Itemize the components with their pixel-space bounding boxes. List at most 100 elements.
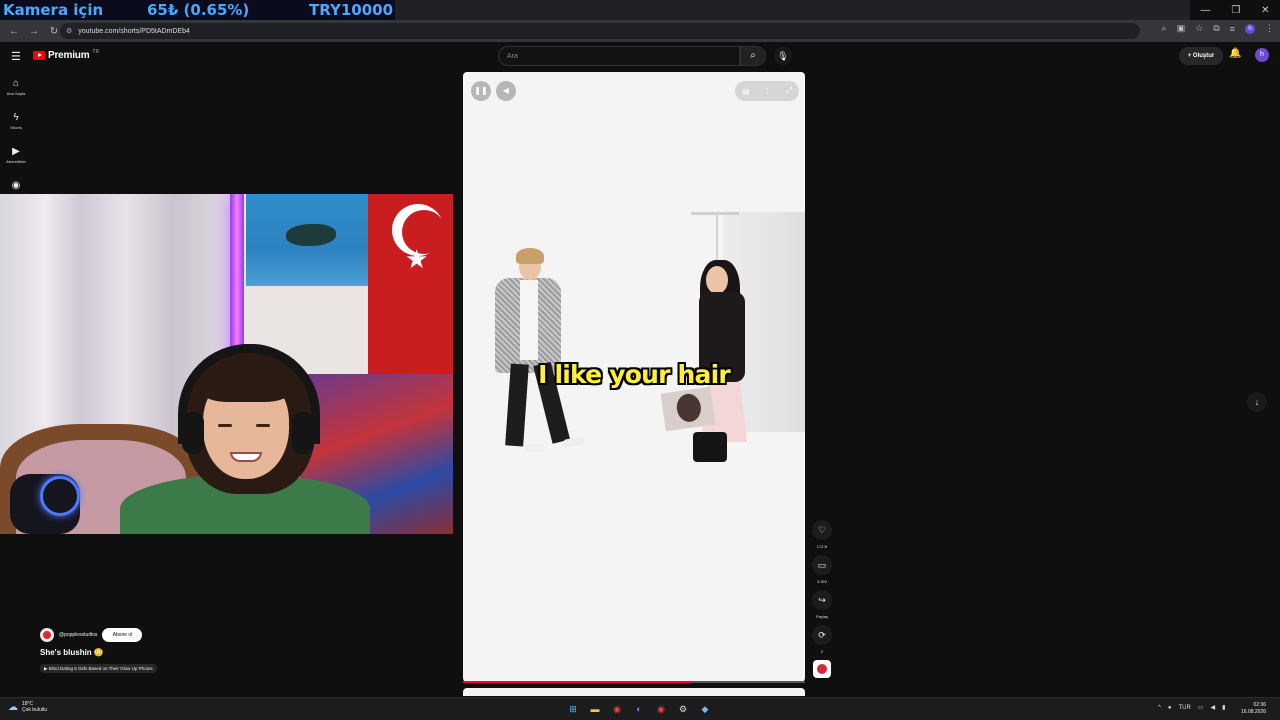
maximize-icon[interactable]: ❐ xyxy=(1231,5,1240,16)
close-icon[interactable]: ✕ xyxy=(1261,5,1269,16)
share-label: Paylaş xyxy=(815,614,828,619)
taskbar-apps: ⊞ ▬ ◉ ◐ ◉ ⚙ ◆ xyxy=(566,702,712,716)
chrome-icon[interactable]: ◉ xyxy=(654,702,668,716)
system-tray: ^ ● TUR ▭ ◀ ▮ xyxy=(1158,704,1225,712)
account-avatar[interactable]: h xyxy=(1255,48,1269,62)
youtube-header: ☰ Premium TR Ara ⌕ 🎙 + Oluştur 🔔 h xyxy=(0,42,1280,70)
url-text: youtube.com/shorts/PD5tADmDEb4 xyxy=(78,27,190,35)
nav-home[interactable]: ⌂ Ana Sayfa xyxy=(0,78,32,96)
streamer-smile xyxy=(230,452,262,462)
subscriptions-icon: ▶ xyxy=(12,146,20,157)
home-icon: ⌂ xyxy=(12,78,20,89)
zoom-icon[interactable]: ⌕ xyxy=(1162,23,1167,34)
nav-you[interactable]: ◉ xyxy=(0,180,32,191)
reload-icon[interactable]: ↻ xyxy=(48,26,60,37)
settings-gear-icon[interactable]: ⚙ xyxy=(676,702,690,716)
man-hair xyxy=(516,248,544,264)
share-button[interactable]: ↪ Paylaş xyxy=(812,590,832,619)
man-shirt xyxy=(520,280,538,360)
captions-icon[interactable]: ▤ xyxy=(742,87,750,96)
player-controls-right: ▤ ⋮ ⤢ xyxy=(735,81,799,101)
voice-search-icon[interactable]: 🎙 xyxy=(774,47,792,65)
light-stand-top xyxy=(691,212,739,215)
related-video-chip[interactable]: ▶ Blind Dating 6 Girls Based on Their Gl… xyxy=(40,664,157,673)
search-input[interactable]: Ara xyxy=(498,46,740,66)
create-label: Oluştur xyxy=(1192,53,1215,59)
browser-menu-icon[interactable]: ⋮ xyxy=(1265,23,1274,34)
browser-tabstrip xyxy=(395,0,1190,20)
channel-avatar[interactable] xyxy=(40,628,54,642)
nav-shorts[interactable]: ϟ Shorts xyxy=(0,112,32,130)
steam-icon[interactable]: ◆ xyxy=(698,702,712,716)
windows-start-icon[interactable]: ⊞ xyxy=(566,702,580,716)
site-info-icon[interactable]: ⚙ xyxy=(66,27,72,35)
nav-subscriptions-label: Abonelikler xyxy=(6,159,26,164)
microphone-ring xyxy=(40,476,80,516)
time: 02:36 xyxy=(1253,702,1267,708)
nav-subscriptions[interactable]: ▶ Abonelikler xyxy=(0,146,32,164)
youtube-logo[interactable]: Premium TR xyxy=(33,49,99,61)
address-bar[interactable]: ⚙ youtube.com/shorts/PD5tADmDEb4 xyxy=(60,23,1140,39)
comments-button[interactable]: ▭ 3.392 xyxy=(812,555,832,584)
remix-icon: ⟳ xyxy=(812,625,832,645)
browser-actions: ⌕ ▣ ☆ ⧉ ≡ h ⋮ xyxy=(1162,23,1274,34)
pause-button[interactable]: ❚❚ xyxy=(471,81,491,101)
language-indicator[interactable]: TUR xyxy=(1178,705,1190,711)
battery-icon[interactable]: ▮ xyxy=(1222,704,1225,711)
bookmark-star-icon[interactable]: ☆ xyxy=(1195,23,1203,34)
headset-cup xyxy=(182,412,204,454)
camera-label: Kamera için xyxy=(3,1,104,19)
channel-row: @popplesstudios Abone ol xyxy=(40,628,143,642)
speaker-icon[interactable]: ◀ xyxy=(1210,704,1215,711)
network-icon[interactable]: ▭ xyxy=(1198,704,1204,711)
next-short-preview[interactable] xyxy=(463,688,805,696)
discord-icon[interactable]: ◐ xyxy=(632,702,646,716)
clock[interactable]: 02:36 16.08.2026 xyxy=(1241,702,1266,716)
shorts-video-player[interactable]: ❚❚ ◀ ▤ ⋮ ⤢ I like your hair xyxy=(463,72,805,682)
extensions-puzzle-icon[interactable]: ⧉ xyxy=(1213,23,1219,34)
short-title: She's blushin 😳 xyxy=(40,648,104,657)
youtube-play-logo-icon xyxy=(33,51,45,60)
subscribe-button[interactable]: Abone ol xyxy=(102,628,143,642)
volume-button[interactable]: ◀ xyxy=(496,81,516,101)
search-button[interactable]: ⌕ xyxy=(740,46,766,66)
more-options-icon[interactable]: ⋮ xyxy=(764,87,772,96)
chrome-icon[interactable]: ◉ xyxy=(610,702,624,716)
sidebar-icon[interactable]: ≡ xyxy=(1230,24,1235,34)
logo-text: Premium xyxy=(48,50,90,61)
share-icon: ↪ xyxy=(812,590,832,610)
like-button[interactable]: ♡ 172 B xyxy=(812,520,832,549)
chevron-up-icon[interactable]: ^ xyxy=(1158,705,1161,711)
flag-star-icon: ★ xyxy=(405,244,429,274)
donation-goal: TRY10000 xyxy=(309,1,394,19)
video-caption: I like your hair xyxy=(538,360,731,389)
next-video-down-icon[interactable]: ↓ xyxy=(1247,392,1267,412)
webcam-feed: ★ xyxy=(0,194,453,534)
mic-tray-icon[interactable]: ● xyxy=(1168,705,1172,711)
sound-thumbnail[interactable] xyxy=(813,660,831,678)
shorts-icon: ϟ xyxy=(13,112,19,123)
weather-condition: Çok bulutlu xyxy=(22,707,48,713)
nav-home-label: Ana Sayfa xyxy=(6,91,26,96)
windows-taskbar: ☁ 18°C Çok bulutlu ⊞ ▬ ◉ ◐ ◉ ⚙ ◆ ^ ● TUR… xyxy=(0,697,1280,720)
create-button[interactable]: + Oluştur xyxy=(1179,47,1223,65)
notifications-bell-icon[interactable]: 🔔 xyxy=(1229,48,1241,59)
you-icon: ◉ xyxy=(11,180,21,191)
nav-shorts-label: Shorts xyxy=(10,125,22,130)
menu-icon[interactable]: ☰ xyxy=(11,50,21,63)
extension-icon[interactable]: ▣ xyxy=(1177,23,1186,34)
date: 16.08.2026 xyxy=(1241,709,1267,715)
remix-button[interactable]: ⟳ 2 xyxy=(812,625,832,654)
comment-count: 3.392 xyxy=(816,579,827,584)
browser-profile-avatar[interactable]: h xyxy=(1245,23,1255,34)
minimize-icon[interactable]: — xyxy=(1200,5,1210,16)
file-explorer-icon[interactable]: ▬ xyxy=(588,702,602,716)
blue-flag xyxy=(246,194,368,286)
fullscreen-icon[interactable]: ⤢ xyxy=(786,86,792,96)
channel-name[interactable]: @popplesstudios xyxy=(59,632,97,638)
forward-icon[interactable]: → xyxy=(28,26,40,37)
back-icon[interactable]: ← xyxy=(8,26,20,37)
weather-widget[interactable]: ☁ 18°C Çok bulutlu xyxy=(8,701,47,713)
like-count: 172 B xyxy=(816,544,828,549)
comment-icon: ▭ xyxy=(812,555,832,575)
